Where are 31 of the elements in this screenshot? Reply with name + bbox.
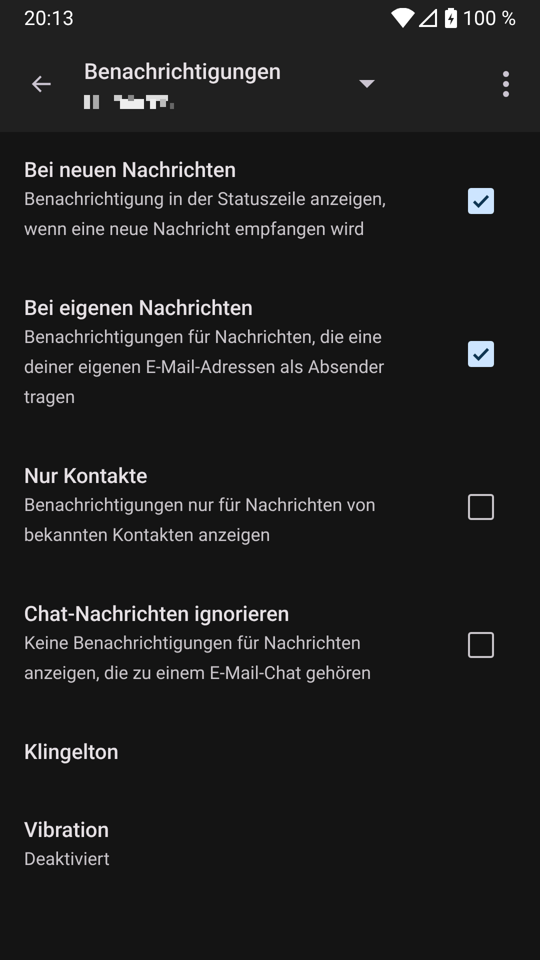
checkmark-icon — [472, 194, 490, 208]
settings-item[interactable]: Nur Kontakte Benachrichtigungen nur für Nachrichten von bekannten Kontakten anzeigen — [0, 438, 540, 576]
settings-item[interactable]: Bei neuen Nachrichten Benachrichtigung in der Statuszeile anzeigen, wenn eine neue Nachricht empfangen wird — [0, 132, 540, 270]
checkbox[interactable] — [468, 188, 494, 214]
checkbox[interactable] — [468, 341, 494, 367]
battery-icon — [444, 8, 457, 28]
settings-item[interactable]: Bei eigenen Nachrichten Benachrichtigungen für Nachrichten, die eine deiner eigenen E-Mail-Adressen als Absender tragen — [0, 270, 540, 438]
setting-summary: Deaktiviert — [24, 848, 111, 872]
setting-title: Vibration — [24, 818, 110, 845]
checkmark-icon — [472, 347, 490, 361]
caret-icon — [359, 80, 375, 88]
setting-title: Nur Kontakte — [24, 464, 148, 491]
app-bar-title: Benachrichtigungen — [84, 59, 282, 87]
wifi-icon — [390, 8, 415, 28]
settings-item[interactable]: Chat-Nachrichten ignorieren Keine Benachrichtigungen für Nachrichten anzeigen, die zu einem E-Mail-Chat gehören — [0, 576, 540, 714]
settings-item[interactable]: Klingelton — [0, 714, 540, 792]
setting-summary: Benachrichtigungen nur für Nachrichten von bekannten Kontakten anzeigen — [24, 494, 377, 548]
checkbox[interactable] — [468, 494, 494, 520]
status-time: 20:13 — [24, 5, 74, 32]
signal-icon — [418, 9, 437, 27]
setting-summary: Keine Benachrichtigungen für Nachrichten anzeigen, die zu einem E-Mail-Chat gehören — [24, 632, 372, 686]
settings-item[interactable]: Vibration Deaktiviert — [0, 792, 540, 900]
setting-title: Klingelton — [24, 740, 120, 767]
checkbox[interactable] — [468, 632, 494, 658]
setting-title: Bei eigenen Nachrichten — [24, 296, 254, 323]
more-options-icon — [502, 71, 510, 97]
battery-level: 100 % — [462, 5, 516, 32]
setting-summary: Benachrichtigung in der Statuszeile anzeigen, wenn eine neue Nachricht empfangen wird — [24, 188, 387, 242]
setting-summary: Benachrichtigungen für Nachrichten, die eine deiner eigenen E-Mail-Adressen als Absender tragen — [24, 326, 386, 410]
setting-title: Bei neuen Nachrichten — [24, 158, 238, 185]
setting-title: Chat-Nachrichten ignorieren — [24, 602, 290, 629]
